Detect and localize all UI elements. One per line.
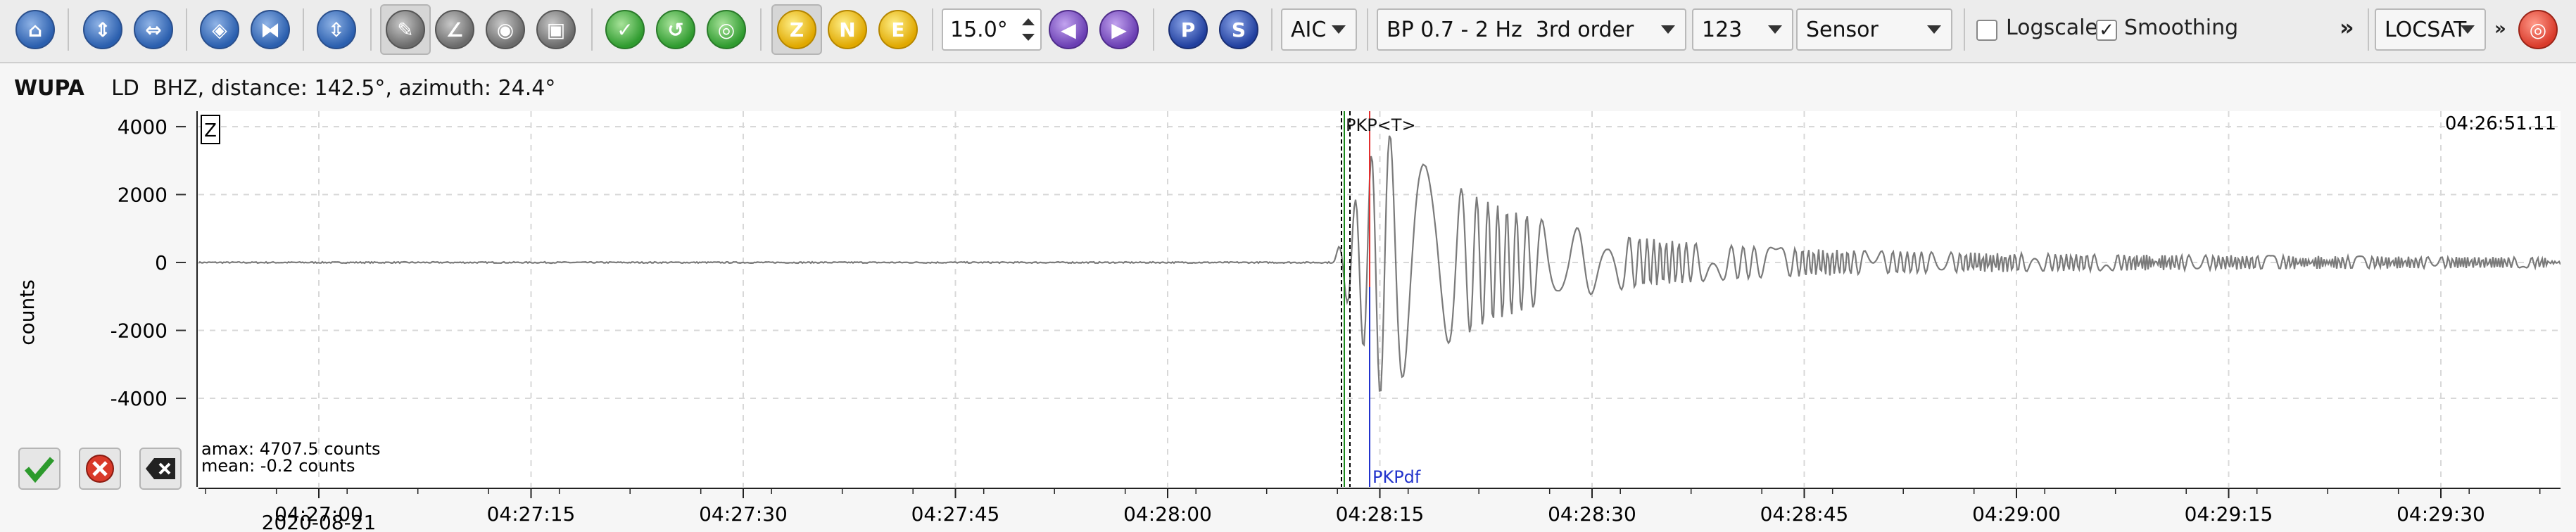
prev-icon[interactable]: ◀	[1049, 10, 1088, 49]
component-label: Z	[204, 120, 217, 141]
home-icon[interactable]: ⌂	[15, 10, 55, 49]
x-tick-label: 04:28:15	[1336, 502, 1425, 526]
x-tick-label: 04:29:15	[2185, 502, 2273, 526]
pick-mode-icon[interactable]: ✎	[386, 10, 425, 49]
locator-select[interactable]: LOCSAT	[2375, 8, 2486, 51]
logscale-checkbox[interactable]	[1976, 20, 1997, 41]
accept-button[interactable]	[18, 448, 61, 490]
x-axis: 04:27:00 04:27:15 04:27:30 04:27:45 04:28:00…	[198, 488, 2561, 532]
p-pick-button[interactable]: P	[1168, 10, 1208, 49]
separator	[186, 8, 187, 51]
zoom-angle-spinbox[interactable]: 15.0°	[942, 8, 1042, 51]
separator	[2368, 8, 2369, 51]
spin-down-icon[interactable]	[1022, 34, 1035, 41]
commit-pick-icon[interactable]: ✓	[605, 10, 645, 49]
amplitude-fit-icon[interactable]: ⇳	[317, 10, 356, 49]
separator	[303, 8, 304, 51]
component-n-button[interactable]: N	[828, 10, 867, 49]
separator	[760, 8, 762, 51]
unpick-button[interactable]	[139, 448, 182, 490]
x-tick-label: 04:29:00	[1972, 502, 2061, 526]
x-tick-label: 04:28:30	[1548, 502, 1636, 526]
zoom-angle-value: 15.0°	[950, 17, 1008, 42]
save-icon[interactable]: ▣	[536, 10, 576, 49]
spin-up-icon[interactable]	[1022, 18, 1035, 25]
separator	[68, 8, 69, 51]
trace-header: WUPA LD BHZ, distance: 142.5°, azimuth: …	[14, 76, 555, 101]
component-mode-select[interactable]: 123	[1692, 8, 1793, 51]
x-tick-label: 04:27:45	[911, 502, 1000, 526]
s-pick-button[interactable]: S	[1219, 10, 1258, 49]
separator	[932, 8, 933, 51]
zoom-out-time-icon[interactable]: ⧓	[251, 10, 290, 49]
x-tick-label: 04:28:00	[1123, 502, 1212, 526]
pick-settings-icon[interactable]: ◉	[486, 10, 525, 49]
y-tick-label: 2000	[118, 183, 168, 206]
filter-select[interactable]: BP 0.7 - 2 Hz 3rd order	[1377, 8, 1686, 51]
unit-mode-select[interactable]: Sensor	[1796, 8, 1952, 51]
scale-down-icon[interactable]: ⇔	[134, 10, 173, 49]
overflow-menu-icon[interactable]: »	[2494, 18, 2506, 39]
location-channel: LD BHZ	[111, 76, 198, 101]
picker-method-select[interactable]: AIC	[1281, 8, 1357, 51]
separator	[370, 8, 372, 51]
y-tick-label: -4000	[111, 387, 168, 410]
y-tick-label: 0	[155, 251, 168, 274]
logscale-label: Logscale	[2006, 15, 2098, 40]
x-tick-label: 04:29:30	[2397, 502, 2485, 526]
y-axis-label: counts	[15, 279, 39, 346]
date-label: 2020-08-21	[262, 511, 377, 532]
reject-button[interactable]	[79, 448, 121, 490]
smoothing-checkbox[interactable]: ✓	[2096, 20, 2117, 41]
separator	[1367, 8, 1368, 51]
locator-value: LOCSAT	[2385, 17, 2467, 42]
toolbar: ⌂ ⇕ ⇔ ◈ ⧓ ⇳ ✎ ∠ ◉ ▣ ✓ ↺ ◎ Z N E 15.0° ◀ …	[0, 0, 2576, 63]
angle-tool-icon[interactable]: ∠	[435, 10, 474, 49]
x-tick-label: 04:27:15	[487, 502, 576, 526]
scale-up-icon[interactable]: ⇕	[83, 10, 122, 49]
separator	[1153, 8, 1154, 51]
trace-panel: WUPA LD BHZ, distance: 142.5°, azimuth: …	[0, 63, 2576, 532]
filter-value: BP 0.7 - 2 Hz 3rd order	[1387, 17, 1634, 42]
chevron-down-icon	[1927, 25, 1941, 34]
chevron-down-icon	[2461, 25, 2475, 34]
component-z-button[interactable]: Z	[777, 10, 816, 49]
overflow-menu-icon[interactable]: »	[2340, 14, 2354, 41]
locate-target-icon[interactable]: ◎	[2518, 10, 2558, 49]
mean-label: mean: -0.2 counts	[201, 456, 355, 476]
manual-pick-label: PKPdf	[1372, 467, 1421, 487]
y-tick-label: -2000	[111, 319, 168, 343]
x-tick-label: 04:28:45	[1760, 502, 1849, 526]
separator	[1964, 8, 1965, 51]
unit-mode-value: Sensor	[1806, 17, 1879, 42]
chevron-down-icon	[1768, 25, 1782, 34]
smoothing-label: Smoothing	[2124, 15, 2239, 40]
separator	[1271, 8, 1273, 51]
y-tick-label: 4000	[118, 115, 168, 139]
theoretical-pick-label: PKP<T>	[1346, 115, 1416, 135]
x-tick-label: 04:27:30	[699, 502, 788, 526]
chevron-down-icon	[1332, 25, 1346, 34]
revert-pick-icon[interactable]: ↺	[656, 10, 695, 49]
next-icon[interactable]: ▶	[1099, 10, 1139, 49]
y-axis: counts 4000 2000 0 -2000 -4000	[15, 111, 198, 487]
zoom-in-time-icon[interactable]: ◈	[200, 10, 239, 49]
picker-method-value: AIC	[1291, 17, 1327, 42]
trace-info: , distance: 142.5°, azimuth: 24.4°	[197, 76, 556, 101]
recenter-icon[interactable]: ◎	[707, 10, 746, 49]
station-code: WUPA	[14, 76, 84, 101]
component-e-button[interactable]: E	[878, 10, 918, 49]
component-mode-value: 123	[1702, 17, 1743, 42]
chevron-down-icon	[1661, 25, 1675, 34]
separator	[591, 8, 593, 51]
waveform-plot[interactable]: PKP<T>PKPdf Z 04:26:51.11 amax: 4707.5 c…	[198, 111, 2561, 487]
trace-start-time: 04:26:51.11	[2445, 113, 2556, 134]
